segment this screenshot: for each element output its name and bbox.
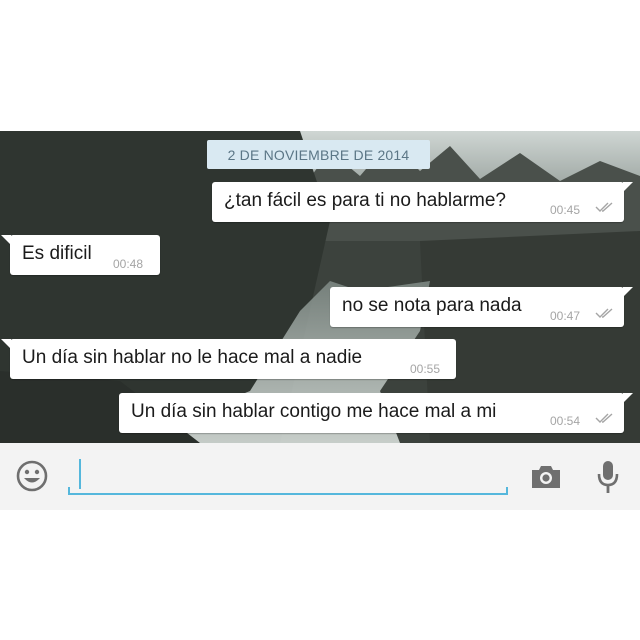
message-input[interactable] bbox=[84, 460, 508, 490]
date-separator: 2 DE NOVIEMBRE DE 2014 bbox=[207, 140, 430, 169]
message-time: 00:54 bbox=[550, 414, 581, 428]
bubble-tail bbox=[1, 235, 11, 245]
message-time: 00:55 bbox=[410, 362, 441, 376]
incoming-message[interactable]: Es dificil 00:48 bbox=[1, 235, 160, 275]
message-text: Un día sin hablar no le hace mal a nadie bbox=[22, 347, 363, 368]
date-separator-label: 2 DE NOVIEMBRE DE 2014 bbox=[227, 146, 410, 163]
double-check-icon bbox=[595, 308, 613, 318]
outgoing-message[interactable]: ¿tan fácil es para ti no hablarme? 00:45 bbox=[212, 182, 633, 222]
bubble-tail bbox=[623, 287, 633, 297]
message-time: 00:48 bbox=[113, 257, 144, 271]
message-text: ¿tan fácil es para ti no hablarme? bbox=[224, 190, 506, 211]
text-cursor bbox=[79, 459, 81, 489]
message-text: Es dificil bbox=[22, 243, 92, 264]
message-text: Un día sin hablar contigo me hace mal a … bbox=[131, 401, 497, 422]
camera-icon[interactable] bbox=[529, 463, 563, 491]
microphone-icon[interactable] bbox=[595, 459, 621, 495]
double-check-icon bbox=[595, 202, 613, 212]
chat-area: 2 DE NOVIEMBRE DE 2014 ¿tan fácil es par… bbox=[0, 131, 640, 443]
message-text: no se nota para nada bbox=[342, 295, 522, 316]
incoming-message[interactable]: Un día sin hablar no le hace mal a nadie… bbox=[1, 339, 456, 379]
message-time: 00:45 bbox=[550, 203, 581, 217]
outgoing-message[interactable]: no se nota para nada 00:47 bbox=[330, 287, 633, 327]
smiley-face-icon[interactable] bbox=[15, 459, 49, 493]
input-underline-right-cap bbox=[506, 487, 508, 495]
bubble-tail bbox=[623, 182, 633, 192]
message-time: 00:47 bbox=[550, 309, 581, 323]
bubble-tail bbox=[623, 393, 633, 403]
input-underline bbox=[68, 493, 508, 495]
input-underline-left-cap bbox=[68, 487, 70, 495]
outgoing-message[interactable]: Un día sin hablar contigo me hace mal a … bbox=[119, 393, 633, 433]
bubble-tail bbox=[1, 339, 11, 349]
double-check-icon bbox=[595, 413, 613, 423]
